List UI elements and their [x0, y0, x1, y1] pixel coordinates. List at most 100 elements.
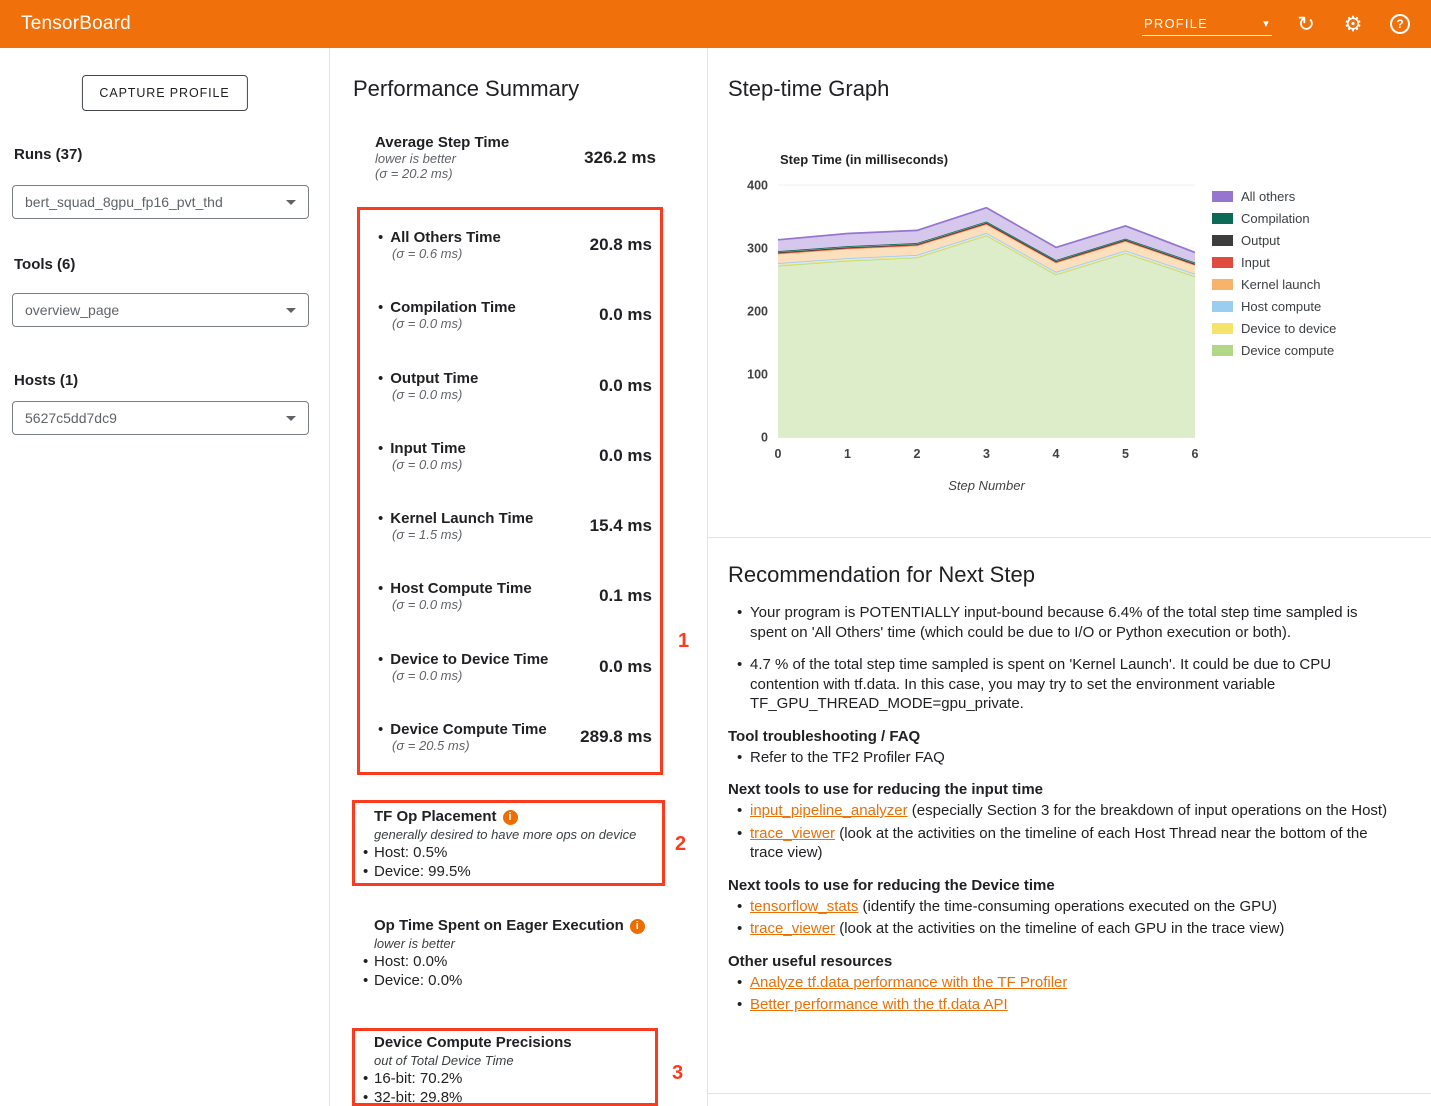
legend-swatch [1212, 213, 1233, 224]
svg-text:5: 5 [1122, 447, 1129, 461]
recommendation-item: input_pipeline_analyzer (especially Sect… [750, 801, 1397, 821]
chevron-down-icon [286, 200, 296, 205]
step-time-graph-panel: Step-time Graph Step Time (in millisecon… [708, 48, 1431, 1106]
device-compute-precisions-note: out of Total Device Time [374, 1053, 649, 1068]
refresh-button[interactable]: ↻ [1293, 11, 1319, 37]
legend-label: All others [1241, 189, 1295, 204]
runs-label: Runs (37) [14, 146, 82, 163]
legend-item: All others [1212, 190, 1336, 202]
svg-text:0: 0 [761, 431, 768, 445]
step-time-chart: 01002003004000123456Step Number [728, 170, 1218, 515]
recommendation-link[interactable]: Analyze tf.data performance with the TF … [750, 974, 1067, 991]
metric-value: 289.8 ms [580, 727, 652, 747]
recommendation-link[interactable]: Better performance with the tf.data API [750, 996, 1008, 1013]
svg-text:2: 2 [914, 447, 921, 461]
recommendation-link[interactable]: input_pipeline_analyzer [750, 802, 908, 819]
bullet-icon: • [378, 440, 383, 457]
hosts-label: Hosts (1) [14, 372, 78, 389]
metric-sigma: (σ = 20.5 ms) [378, 738, 547, 753]
tools-select[interactable]: overview_page [12, 293, 309, 327]
legend-swatch [1212, 345, 1233, 356]
svg-text:Step Number: Step Number [948, 478, 1025, 493]
annotation-box-1: •All Others Time(σ = 0.6 ms)20.8 ms•Comp… [357, 207, 663, 775]
tools-label: Tools (6) [14, 256, 75, 273]
metric-row: •Device Compute Time(σ = 20.5 ms) 289.8 m… [378, 702, 652, 772]
recommendation-list: tensorflow_stats (identify the time-cons… [728, 897, 1397, 939]
metric-label: •Device Compute Time [378, 721, 547, 738]
bullet-icon: • [378, 580, 383, 597]
recommendation-title: Recommendation for Next Step [728, 562, 1397, 588]
tf-op-placement-note: generally desired to have more ops on de… [374, 827, 656, 842]
gear-icon: ⚙ [1344, 14, 1363, 35]
svg-text:3: 3 [983, 447, 990, 461]
recommendation-list: Analyze tf.data performance with the TF … [728, 973, 1397, 1015]
eager-execution-title: Op Time Spent on Eager Execution [374, 917, 624, 934]
recommendation-heading: Other useful resources [728, 953, 1397, 970]
bullet-icon: • [378, 510, 383, 527]
metric-label: •Input Time [378, 440, 466, 457]
tf-op-placement-list: Host: 0.5%Device: 99.5% [363, 843, 656, 881]
legend-swatch [1212, 235, 1233, 246]
recommendation-link[interactable]: tensorflow_stats [750, 898, 858, 915]
metric-note: lower is better [375, 151, 509, 166]
settings-button[interactable]: ⚙ [1340, 11, 1366, 37]
recommendation-item: trace_viewer (look at the activities on … [750, 824, 1397, 863]
dashboard-select[interactable]: PROFILE ▾ [1142, 12, 1272, 36]
recommendation-heading: Next tools to use for reducing the input… [728, 781, 1397, 798]
legend-item: Output [1212, 234, 1336, 246]
refresh-icon: ↻ [1297, 14, 1315, 35]
list-item: Device: 99.5% [363, 862, 656, 881]
legend-label: Input [1241, 255, 1270, 270]
chevron-down-icon [286, 308, 296, 313]
svg-text:200: 200 [747, 305, 768, 319]
performance-summary-panel: Performance Summary Average Step Time lo… [330, 48, 708, 1106]
hosts-select-value: 5627c5dd7dc9 [25, 410, 286, 426]
recommendation-heading: Tool troubleshooting / FAQ [728, 728, 1397, 745]
bullet-icon: • [378, 721, 383, 738]
info-icon[interactable]: i [503, 810, 518, 825]
metric-row: •Host Compute Time(σ = 0.0 ms) 0.1 ms [378, 561, 652, 631]
legend-item: Kernel launch [1212, 278, 1336, 290]
app-header: TensorBoard PROFILE ▾ ↻ ⚙ ? [0, 0, 1431, 48]
metric-value: 0.0 ms [599, 305, 652, 325]
list-item: 16-bit: 70.2% [363, 1069, 649, 1088]
metric-label: •Host Compute Time [378, 580, 532, 597]
metric-label: Average Step Time [375, 134, 509, 151]
metric-value: 0.1 ms [599, 586, 652, 606]
hosts-select[interactable]: 5627c5dd7dc9 [12, 401, 309, 435]
recommendation-item: Refer to the TF2 Profiler FAQ [750, 748, 1397, 768]
legend-label: Output [1241, 233, 1280, 248]
metric-row: •Input Time(σ = 0.0 ms)0.0 ms [378, 421, 652, 491]
legend-item: Input [1212, 256, 1336, 268]
capture-profile-button[interactable]: CAPTURE PROFILE [81, 75, 247, 111]
legend-swatch [1212, 323, 1233, 334]
metric-label: •All Others Time [378, 229, 501, 246]
svg-text:1: 1 [844, 447, 851, 461]
recommendation-link[interactable]: trace_viewer [750, 825, 835, 842]
metric-label: •Compilation Time [378, 299, 516, 316]
svg-text:0: 0 [775, 447, 782, 461]
eager-execution-note: lower is better [374, 936, 655, 951]
metric-sigma: (σ = 0.0 ms) [378, 387, 478, 402]
recommendation-item: Better performance with the tf.data API [750, 995, 1397, 1015]
metric-row: •Compilation Time(σ = 0.0 ms) 0.0 ms [378, 280, 652, 350]
svg-text:300: 300 [747, 242, 768, 256]
svg-text:4: 4 [1053, 447, 1060, 461]
legend-label: Device compute [1241, 343, 1334, 358]
metric-value: 0.0 ms [599, 657, 652, 677]
metric-sigma: (σ = 0.0 ms) [378, 597, 532, 612]
bottom-border [708, 1093, 1431, 1094]
average-step-time-metric: Average Step Time lower is better (σ = 2… [375, 134, 656, 181]
metric-value: 0.0 ms [599, 446, 652, 466]
info-icon[interactable]: i [630, 919, 645, 934]
legend-item: Compilation [1212, 212, 1336, 224]
chart-title: Step Time (in milliseconds) [780, 152, 948, 167]
runs-select-value: bert_squad_8gpu_fp16_pvt_thd [25, 194, 286, 210]
runs-select[interactable]: bert_squad_8gpu_fp16_pvt_thd [12, 185, 309, 219]
metric-sigma: (σ = 0.0 ms) [378, 316, 516, 331]
legend-label: Host compute [1241, 299, 1321, 314]
chart-legend: All others Compilation Output Input Kernel l… [1212, 190, 1336, 356]
recommendation-link[interactable]: trace_viewer [750, 920, 835, 937]
help-button[interactable]: ? [1387, 11, 1413, 37]
legend-label: Compilation [1241, 211, 1310, 226]
